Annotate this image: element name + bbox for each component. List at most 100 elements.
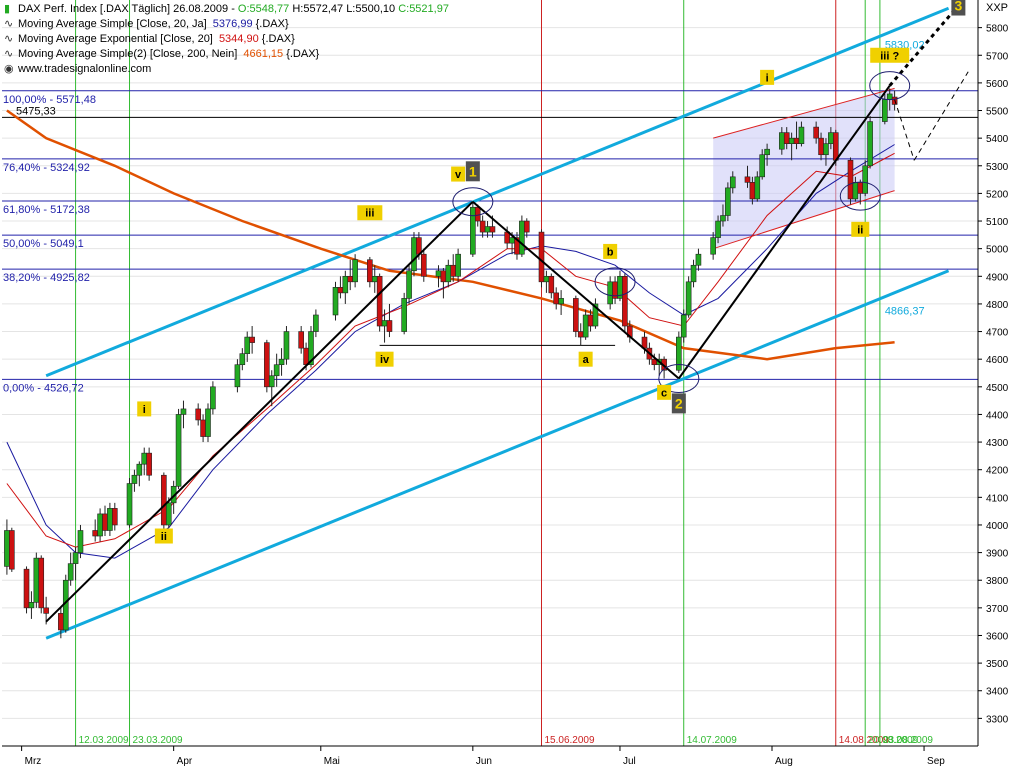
- y-tick-label: 5100: [986, 217, 1009, 228]
- candle-body: [474, 206, 481, 222]
- candle-body: [710, 237, 716, 255]
- vertical-marker-label: 23.03.2009: [133, 735, 183, 746]
- candle-body: [538, 231, 545, 283]
- y-tick-label: 4800: [986, 300, 1009, 311]
- candle-body: [28, 602, 35, 609]
- candle-body: [92, 530, 98, 537]
- wave-label-text: a: [583, 354, 590, 366]
- y-tick-label: 3700: [986, 604, 1009, 615]
- y-tick-label: 4900: [986, 272, 1009, 283]
- y-tick-label: 5500: [986, 107, 1009, 118]
- candle-body: [470, 206, 476, 255]
- wave-label-text: i: [143, 404, 146, 416]
- projection-line: [894, 99, 915, 161]
- candle-body: [303, 347, 309, 366]
- indicator-ema20-value: 5344,90: [218, 33, 259, 45]
- candle-body: [175, 414, 182, 487]
- y-tick-label: 3300: [986, 714, 1009, 725]
- y-tick-label: 4000: [986, 521, 1009, 532]
- y-tick-label: 4400: [986, 410, 1009, 421]
- symbol-line: DAX Perf. Index [.DAX Täglich] 26.08.200…: [18, 3, 235, 15]
- x-tick-label: Apr: [177, 756, 193, 767]
- candle-body: [759, 154, 766, 178]
- source-line: ◉ www.tradesignalonline.com: [4, 62, 151, 75]
- candle-body: [352, 259, 358, 283]
- ohlc-low: L:5500,10: [346, 3, 396, 15]
- candle-body: [234, 364, 241, 388]
- y-tick-label: 4200: [986, 466, 1009, 477]
- candle-body: [239, 353, 246, 366]
- wave-label-text: c: [661, 387, 667, 399]
- candle-body: [371, 275, 378, 283]
- candle-body: [268, 375, 275, 388]
- y-tick-label: 4500: [986, 383, 1009, 394]
- indicator-ema20-suffix: {.DAX}: [261, 33, 295, 45]
- candle-body: [249, 336, 255, 343]
- fib-level-label: 76,40% - 5324,92: [3, 162, 90, 174]
- candle-body: [783, 132, 790, 144]
- candle-body: [141, 452, 148, 465]
- indicator-ema20: ∿ Moving Average Exponential [Close, 20] …: [4, 32, 295, 45]
- indicator-sma200-value: 4661,15: [243, 48, 284, 60]
- candle-body: [347, 275, 354, 283]
- projection-line: [913, 71, 969, 161]
- candle-body: [342, 275, 349, 294]
- wave-label-text: b: [607, 246, 614, 258]
- wave-label-text: i: [766, 72, 769, 84]
- candle-body: [435, 270, 442, 277]
- candle-body: [58, 613, 64, 631]
- y-tick-label: 5800: [986, 24, 1009, 35]
- vertical-marker-label: 14.07.2009: [687, 735, 737, 746]
- wave-label-text: ii: [857, 224, 863, 236]
- candle-body: [126, 483, 133, 526]
- candle-body: [97, 513, 103, 537]
- candle-body: [577, 331, 584, 338]
- candle-body: [77, 530, 84, 553]
- candle-body: [283, 331, 290, 360]
- candle-body: [852, 182, 859, 200]
- candle-body: [367, 259, 373, 283]
- fib-level-label: 100,00% - 5571,48: [3, 94, 96, 106]
- candle-body: [587, 314, 594, 327]
- candle-body: [622, 275, 628, 327]
- candle-body: [788, 137, 795, 144]
- candle-body: [779, 132, 785, 150]
- candle-body: [882, 99, 888, 122]
- candle-body: [43, 607, 49, 614]
- candle-body: [136, 463, 143, 476]
- corner-label: XXP: [986, 2, 1009, 14]
- candle-body: [680, 314, 687, 338]
- candle-body: [519, 220, 525, 255]
- wave-label-text: 3: [954, 0, 962, 14]
- candle-body: [406, 270, 412, 299]
- x-tick-label: Mai: [324, 756, 340, 767]
- indicator-line-icon: ∿: [4, 18, 14, 30]
- candle-body: [695, 253, 702, 266]
- vertical-marker-label: 12.03.2009: [79, 735, 129, 746]
- y-tick-label: 4100: [986, 493, 1009, 504]
- y-tick-label: 3500: [986, 659, 1009, 670]
- indicator-ema20-label: Moving Average Exponential [Close, 20]: [18, 33, 213, 45]
- candle-body: [440, 270, 447, 283]
- candle-body: [862, 165, 868, 194]
- wave-label-text: 1: [469, 163, 477, 179]
- indicator-sma20-suffix: {.DAX}: [255, 18, 289, 30]
- y-tick-label: 5300: [986, 162, 1009, 173]
- candle-body: [685, 281, 692, 316]
- y-tick-label: 4700: [986, 328, 1009, 339]
- wave-label-text: ii: [161, 531, 167, 543]
- candle-body: [332, 287, 339, 316]
- candle-body: [867, 121, 873, 167]
- candle-body: [725, 187, 731, 216]
- candle-body: [754, 176, 761, 200]
- wave-labels-layer: iiiiiiivv 1abc2iiiiii ?3: [137, 0, 966, 544]
- candle-body: [411, 237, 417, 272]
- x-tick-label: Mrz: [25, 756, 42, 767]
- x-tick-label: Aug: [775, 756, 793, 767]
- fib-level-label: 0,00% - 4526,72: [3, 382, 84, 394]
- ohlc-high: H:5572,47: [292, 3, 344, 15]
- candle-body: [832, 132, 839, 161]
- candle-body: [489, 226, 496, 233]
- y-tick-label: 3900: [986, 549, 1009, 560]
- indicator-sma20-value: 5376,99: [212, 18, 253, 30]
